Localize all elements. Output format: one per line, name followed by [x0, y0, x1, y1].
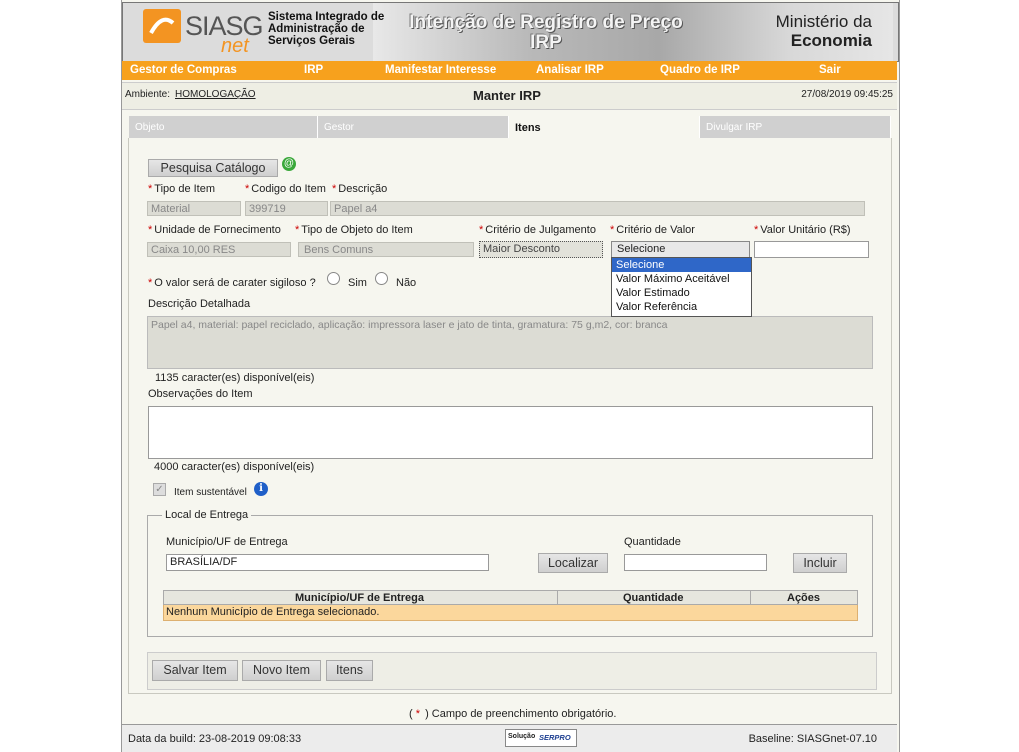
logo-net-text: net — [221, 35, 249, 57]
system-name-line: Administração de — [268, 23, 365, 35]
tab-label: Gestor — [324, 122, 355, 133]
dropdown-option-valor-maximo[interactable]: Valor Máximo Aceitável — [612, 272, 751, 286]
sigiloso-label: * O valor será de carater sigiloso ? — [148, 277, 316, 289]
pesquisa-catalogo-button[interactable]: Pesquisa Catálogo — [148, 159, 278, 177]
dropdown-option-selecione[interactable]: Selecione — [612, 258, 751, 272]
tab-objeto[interactable]: Objeto — [129, 116, 318, 138]
incluir-button[interactable]: Incluir — [793, 553, 847, 573]
descricao-detalhada-label: Descrição Detalhada — [148, 298, 251, 310]
menu-item-quadro-irp[interactable]: Quadro de IRP — [660, 64, 740, 76]
observacoes-char-count: 4000 caracter(es) disponível(eis) — [154, 461, 315, 473]
criterio-julgamento-select[interactable]: Maior Desconto — [479, 241, 603, 258]
column-header-quantidade: Quantidade — [623, 592, 684, 604]
footer-bar: Data da build: 23-08-2019 09:08:33 Soluç… — [122, 724, 897, 752]
banner-title-line: Intenção de Registro de Preço — [409, 12, 683, 33]
banner-title: Intenção de Registro de Preço IRP — [381, 13, 711, 53]
siasg-logo-icon — [143, 9, 181, 43]
tipo-item-field: Material — [147, 201, 241, 216]
codigo-item-field: 399719 — [245, 201, 328, 216]
criterio-julgamento-label: * Critério de Julgamento — [479, 224, 596, 236]
system-name-line: Sistema Integrado de — [268, 11, 385, 23]
descricao-label: * Descrição — [332, 183, 388, 195]
menu-item-sair[interactable]: Sair — [819, 64, 841, 76]
salvar-item-button[interactable]: Salvar Item — [152, 660, 238, 681]
codigo-item-label: * Codigo do Item — [245, 183, 326, 195]
valor-unitario-label: * Valor Unitário (R$) — [754, 224, 851, 236]
criterio-julgamento-value: Maior Desconto — [483, 243, 561, 255]
observacoes-label: Observações do Item — [148, 388, 253, 400]
novo-item-button[interactable]: Novo Item — [242, 660, 321, 681]
column-header-acoes: Ações — [787, 592, 821, 604]
current-datetime: 27/08/2019 09:45:25 — [801, 89, 893, 100]
menu-item-analisar-irp[interactable]: Analisar IRP — [536, 64, 604, 76]
at-sign-icon[interactable]: @ — [282, 157, 296, 171]
serpro-text: SERPRO — [539, 733, 571, 742]
ministry-name-line1: Ministério da — [775, 12, 872, 31]
descricao-detalhada-textarea: Papel a4, material: papel reciclado, apl… — [147, 316, 873, 369]
menu-item-manifestar-interesse[interactable]: Manifestar Interesse — [385, 64, 496, 76]
tipo-item-label: * Tipo de Item — [148, 183, 216, 195]
localizar-button[interactable]: Localizar — [538, 553, 608, 573]
tipo-objeto-select: Bens Comuns — [298, 242, 474, 257]
tab-divulgar-irp[interactable]: Divulgar IRP — [700, 116, 891, 138]
system-name-line: Serviços Gerais — [268, 35, 355, 47]
tab-label: Divulgar IRP — [706, 122, 763, 133]
quantidade-label: Quantidade — [624, 536, 681, 548]
ministry-name-line2: Economia — [790, 31, 872, 50]
sigiloso-sim-radio[interactable] — [327, 272, 340, 285]
tab-label: Objeto — [135, 122, 165, 133]
serpro-logo: Solução SERPRO — [505, 729, 577, 747]
main-menu: Gestor de Compras IRP Manifestar Interes… — [122, 61, 897, 80]
descricao-char-count: 1135 caracter(es) disponível(eis) — [155, 372, 315, 384]
solucao-text: Solução — [508, 733, 536, 740]
environment-label: Ambiente: — [125, 89, 171, 100]
valor-unitario-input[interactable] — [754, 241, 869, 258]
system-name: Sistema Integrado de Administração de Se… — [268, 11, 384, 47]
observacoes-textarea[interactable] — [148, 406, 873, 459]
sigiloso-nao-radio[interactable] — [375, 272, 388, 285]
criterio-valor-select[interactable]: Selecione — [611, 241, 750, 258]
municipio-label: Município/UF de Entrega — [166, 536, 288, 548]
environment-value[interactable]: HOMOLOGAÇÃO — [175, 89, 256, 100]
municipio-input[interactable]: BRASÍLIA/DF — [166, 554, 489, 571]
quantidade-input[interactable] — [624, 554, 767, 571]
sigiloso-sim-label: Sim — [348, 277, 367, 289]
local-entrega-legend: Local de Entrega — [162, 509, 252, 521]
build-date: Data da build: 23-08-2019 09:08:33 — [128, 733, 302, 745]
baseline-version: Baseline: SIASGnet-07.10 — [748, 733, 877, 745]
column-header-municipio: Município/UF de Entrega — [295, 592, 424, 604]
criterio-valor-dropdown: Selecione Valor Máximo Aceitável Valor E… — [611, 257, 752, 317]
info-icon[interactable]: i — [254, 482, 268, 496]
item-sustentavel-label: Item sustentável — [174, 487, 247, 498]
column-divider — [557, 590, 558, 605]
banner-title-line: IRP — [530, 32, 562, 53]
sigiloso-nao-label: Não — [396, 277, 417, 289]
descricao-field: Papel a4 — [330, 201, 865, 216]
menu-item-gestor-compras[interactable]: Gestor de Compras — [130, 64, 237, 76]
empty-table-message: Nenhum Município de Entrega selecionado. — [166, 606, 380, 618]
municipios-table-header: Município/UF de Entrega Quantidade Ações — [163, 590, 858, 605]
dropdown-option-valor-estimado[interactable]: Valor Estimado — [612, 286, 751, 300]
item-sustentavel-checkbox[interactable]: ✓ — [153, 483, 166, 496]
app-header: SIASG net Sistema Integrado de Administr… — [122, 2, 899, 62]
page-title: Manter IRP — [473, 88, 541, 103]
criterio-valor-value: Selecione — [617, 243, 666, 255]
environment-bar: Ambiente: HOMOLOGAÇÃO Manter IRP 27/08/2… — [122, 82, 897, 110]
dropdown-option-valor-referencia[interactable]: Valor Referência — [612, 300, 751, 314]
criterio-valor-label: * Critério de Valor — [610, 224, 695, 236]
tab-label: Itens — [515, 122, 541, 134]
table-row: Nenhum Município de Entrega selecionado. — [163, 605, 858, 621]
menu-item-irp[interactable]: IRP — [304, 64, 323, 76]
unidade-fornecimento-label: * Unidade de Fornecimento — [148, 224, 281, 236]
column-divider — [750, 590, 751, 605]
itens-button[interactable]: Itens — [326, 660, 373, 681]
required-field-note: ( * ) Campo de preenchimento obrigatório… — [409, 708, 617, 720]
tab-gestor[interactable]: Gestor — [318, 116, 509, 138]
tab-itens[interactable]: Itens — [509, 116, 700, 138]
tipo-objeto-label: * Tipo de Objeto do Item — [295, 224, 413, 236]
tipo-objeto-value: Bens Comuns — [304, 244, 374, 256]
unidade-fornecimento-field: Caixa 10,00 RES — [147, 242, 291, 257]
